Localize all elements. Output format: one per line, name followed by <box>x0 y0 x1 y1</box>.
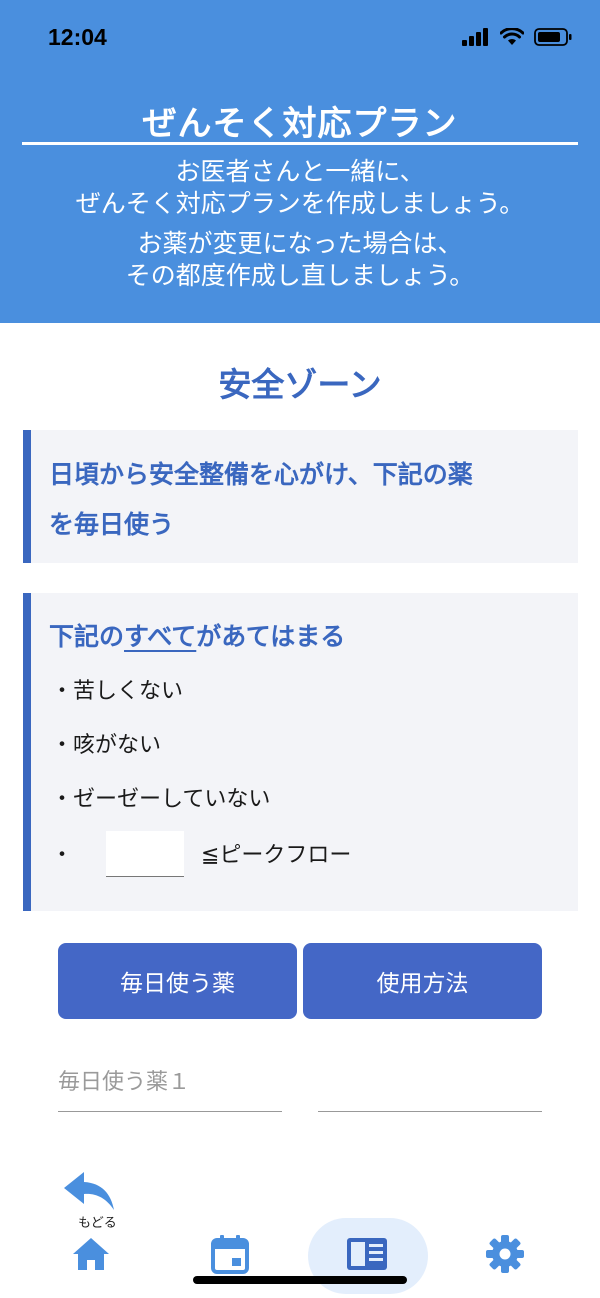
title-divider <box>22 142 578 145</box>
page-title: ぜんそく対応プラン <box>142 104 458 144</box>
status-icons <box>462 28 572 46</box>
plan-document-icon <box>347 1238 387 1270</box>
daily-medicine-1-input[interactable] <box>58 1050 282 1112</box>
peak-flow-bullet: ・ <box>51 843 74 868</box>
conditions-heading-pre: 下記の <box>49 622 125 651</box>
peak-flow-label: ≦ピークフロー <box>201 843 352 868</box>
condition-item: ・咳がない <box>51 733 162 758</box>
intro-line: その都度作成し直しましょう。 <box>125 261 475 290</box>
conditions-heading-emphasis: すべて <box>124 622 197 651</box>
zone-title: 安全ゾーン <box>218 365 382 404</box>
intro-line: お薬が変更になった場合は、 <box>137 229 463 258</box>
instruction-text: 日頃から安全整備を心がけ、下記の薬 を毎日使う <box>49 450 569 550</box>
peak-flow-row: ・ ≦ピークフロー <box>51 831 571 879</box>
condition-item: ・苦しくない <box>51 679 184 704</box>
intro-text-1: お医者さんと一緒に、 ぜんそく対応プランを作成しましょう。 <box>0 156 600 220</box>
status-bar: 12:04 <box>0 0 600 80</box>
gear-icon <box>486 1235 524 1273</box>
calendar-icon <box>211 1235 249 1274</box>
tab-settings[interactable] <box>470 1222 540 1286</box>
intro-line: ぜんそく対応プランを作成しましょう。 <box>75 189 525 218</box>
instruction-line: を毎日使う <box>49 510 175 539</box>
instruction-line: 日頃から安全整備を心がけ、下記の薬 <box>49 460 473 489</box>
conditions-card: 下記のすべてがあてはまる ・苦しくない ・咳がない ・ゼーゼーしていない ・ ≦… <box>23 593 578 911</box>
intro-line: お医者さんと一緒に、 <box>175 157 425 186</box>
daily-medicine-button[interactable]: 毎日使う薬 <box>58 943 297 1019</box>
usage-button[interactable]: 使用方法 <box>303 943 542 1019</box>
conditions-heading-post: があてはまる <box>196 622 346 651</box>
back-arrow-icon <box>64 1172 114 1210</box>
home-icon <box>73 1238 109 1270</box>
status-time: 12:04 <box>48 24 107 50</box>
instruction-card: 日頃から安全整備を心がけ、下記の薬 を毎日使う <box>23 430 578 563</box>
condition-item: ・ゼーゼーしていない <box>51 787 271 812</box>
conditions-heading: 下記のすべてがあてはまる <box>49 617 345 653</box>
usage-1-input[interactable] <box>318 1050 542 1112</box>
battery-icon <box>534 28 572 46</box>
home-indicator <box>193 1276 407 1284</box>
cellular-signal-icon <box>462 28 488 46</box>
peak-flow-input[interactable] <box>106 831 184 877</box>
tab-home[interactable] <box>56 1222 126 1286</box>
header: 12:04 ぜんそく対応プラン お医者さんと一緒に、 ぜんそく対応プランを作成し… <box>0 0 600 323</box>
intro-text-2: お薬が変更になった場合は、 その都度作成し直しましょう。 <box>0 228 600 292</box>
wifi-icon <box>500 28 524 45</box>
